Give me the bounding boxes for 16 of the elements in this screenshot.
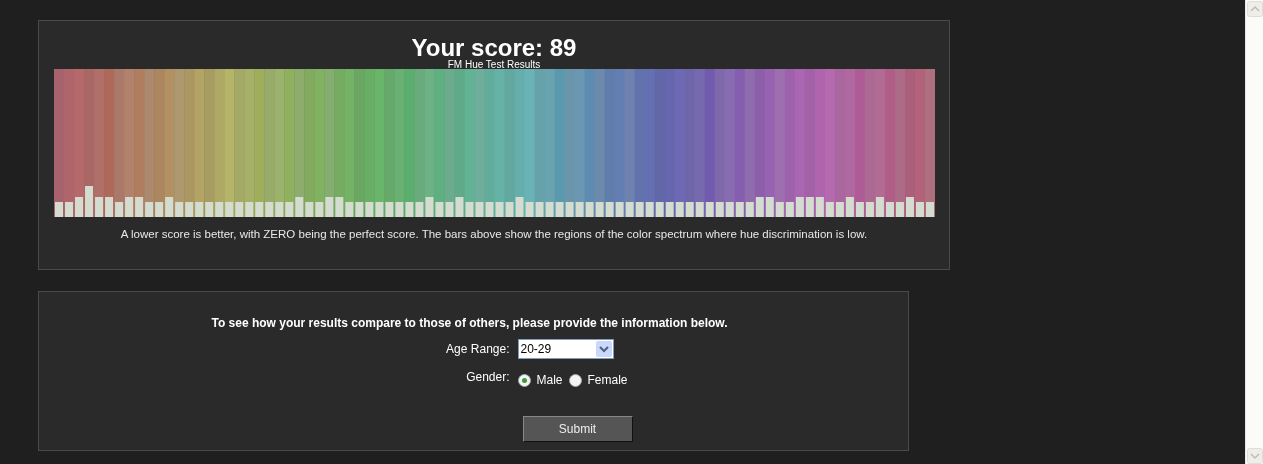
scroll-up-icon[interactable] [1247, 1, 1263, 17]
age-label: Age Range: [446, 342, 510, 356]
radio-button[interactable] [517, 373, 531, 387]
submit-button[interactable]: Submit [522, 416, 633, 442]
score-title: Your score: 89 [411, 34, 577, 61]
gender-label: Gender: [466, 370, 510, 384]
score-note: A lower score is better, with ZERO being the perfect score. The bars above show the regions of the color spectrum where hue discrimination is low. [120, 228, 868, 240]
chevron-down-icon [595, 341, 612, 357]
scroll-down-icon[interactable] [1247, 448, 1263, 464]
form-intro: To see how your results compare to those of others, please provide the information below. [211, 316, 728, 330]
scrollbar[interactable] [1245, 0, 1263, 464]
age-select[interactable]: 20-29 [517, 339, 614, 359]
gender-radio-option[interactable]: Male [517, 373, 563, 387]
results-subtitle: FM Hue Test Results [447, 59, 541, 71]
gender-radio-option[interactable]: Female [568, 373, 628, 387]
radio-button[interactable] [568, 373, 582, 387]
